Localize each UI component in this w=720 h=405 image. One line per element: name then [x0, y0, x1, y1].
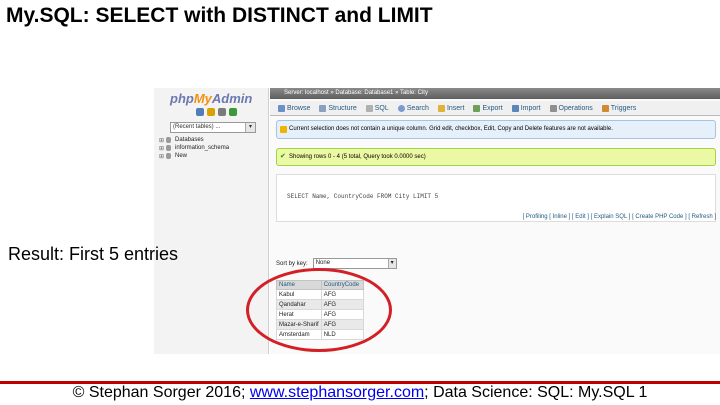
- export-icon: [473, 104, 481, 112]
- sort-row: Sort by key: None ▾: [276, 258, 397, 269]
- sort-label: Sort by key:: [276, 260, 308, 267]
- database-icon: [166, 153, 171, 159]
- expand-icon[interactable]: ⊞: [159, 145, 166, 152]
- database-icon: [166, 137, 171, 143]
- tab-sql[interactable]: SQL: [365, 104, 389, 112]
- insert-icon: [437, 104, 445, 112]
- query-links[interactable]: [ Profiling [ Inline ] [ Edit ] [ Explai…: [523, 214, 716, 220]
- tree-item-new[interactable]: ⊞ New: [159, 152, 229, 160]
- triggers-icon: [601, 104, 609, 112]
- chevron-down-icon: ▾: [245, 123, 255, 132]
- browse-icon: [278, 104, 285, 112]
- tab-triggers[interactable]: Triggers: [601, 104, 636, 112]
- table-tabs: Browse Structure SQL Search Insert Expor…: [270, 101, 720, 116]
- recent-tables-select[interactable]: (Recent tables) ... ▾: [170, 122, 256, 133]
- structure-icon: [319, 104, 327, 112]
- tab-export[interactable]: Export: [473, 104, 503, 112]
- tab-search[interactable]: Search: [397, 104, 429, 112]
- tab-import[interactable]: Import: [511, 104, 541, 112]
- database-tree: ⊞ Databases ⊞ information_schema ⊞ New: [159, 136, 229, 160]
- tab-operations[interactable]: Operations: [549, 104, 593, 112]
- tab-browse[interactable]: Browse: [278, 104, 310, 112]
- import-icon: [511, 104, 519, 112]
- docs-icon[interactable]: [207, 108, 215, 116]
- result-caption: Result: First 5 entries: [8, 244, 179, 264]
- expand-icon[interactable]: ⊞: [159, 153, 166, 160]
- expand-icon[interactable]: ⊞: [159, 137, 166, 144]
- tree-item-information-schema[interactable]: ⊞ information_schema: [159, 144, 229, 152]
- home-icon[interactable]: [196, 108, 204, 116]
- phpmyadmin-logo: phpMyAdmin: [170, 91, 253, 106]
- warning-icon: [280, 126, 287, 133]
- website-link[interactable]: www.stephansorger.com: [250, 384, 424, 401]
- help-icon[interactable]: [218, 108, 226, 116]
- operations-icon: [549, 104, 557, 112]
- database-icon: [166, 145, 171, 151]
- sidebar-toolbar: [196, 108, 237, 116]
- check-icon: ✔: [280, 153, 286, 160]
- notice-message: Current selection does not contain a uni…: [276, 120, 716, 139]
- footer-text: © Stephan Sorger 2016; www.stephansorger…: [72, 384, 648, 401]
- breadcrumb[interactable]: Server: localhost » Database: Database1 …: [270, 88, 720, 99]
- reload-icon[interactable]: [229, 108, 237, 116]
- tree-item-databases[interactable]: ⊞ Databases: [159, 136, 229, 144]
- sql-icon: [365, 104, 373, 112]
- slide-title: My.SQL: SELECT with DISTINCT and LIMIT: [6, 4, 433, 27]
- chevron-down-icon: ▾: [387, 259, 396, 268]
- success-message: ✔ Showing rows 0 - 4 (5 total, Query too…: [276, 148, 716, 166]
- tab-structure[interactable]: Structure: [319, 104, 357, 112]
- phpmyadmin-screenshot: phpMyAdmin (Recent tables) ... ▾ ⊞ Databa…: [154, 88, 720, 354]
- highlight-ellipse: [246, 268, 392, 352]
- sql-query-text: SELECT Name, CountryCode FROM City LIMIT…: [287, 193, 439, 200]
- tab-insert[interactable]: Insert: [437, 104, 464, 112]
- search-icon: [397, 104, 405, 112]
